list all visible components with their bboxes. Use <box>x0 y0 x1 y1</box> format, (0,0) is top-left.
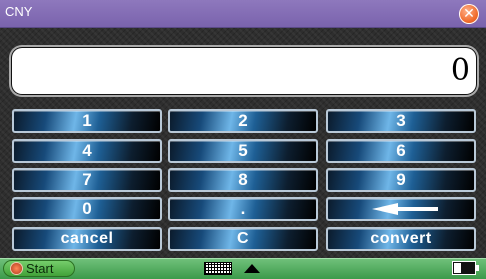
backspace-button[interactable] <box>326 197 476 221</box>
key-0[interactable]: 0 <box>12 197 162 221</box>
key-8[interactable]: 8 <box>168 168 318 192</box>
window-title: CNY <box>5 4 33 19</box>
value-display: 0 <box>12 48 476 94</box>
key-9[interactable]: 9 <box>326 168 476 192</box>
key-decimal-point[interactable]: . <box>168 197 318 221</box>
battery-level-fill <box>454 263 461 273</box>
convert-button[interactable]: convert <box>326 227 476 251</box>
left-arrow-icon <box>372 203 438 215</box>
key-5[interactable]: 5 <box>168 139 318 163</box>
taskbar: Start <box>0 258 486 279</box>
display-value: 0 <box>450 53 470 88</box>
keyboard-icon[interactable] <box>204 262 232 275</box>
key-7[interactable]: 7 <box>12 168 162 192</box>
battery-tip <box>476 265 479 271</box>
start-button[interactable]: Start <box>3 260 75 277</box>
key-4[interactable]: 4 <box>12 139 162 163</box>
key-2[interactable]: 2 <box>168 109 318 133</box>
key-3[interactable]: 3 <box>326 109 476 133</box>
up-arrow-icon[interactable] <box>244 264 260 273</box>
start-label: Start <box>26 261 54 276</box>
close-icon[interactable]: ✕ <box>459 4 479 24</box>
key-6[interactable]: 6 <box>326 139 476 163</box>
title-bar: CNY ✕ <box>0 0 486 28</box>
clear-button[interactable]: C <box>168 227 318 251</box>
start-icon <box>11 263 22 274</box>
calculator-panel: 0 1 2 3 4 5 6 7 8 9 0 . cancel C convert <box>0 28 486 258</box>
battery-icon[interactable] <box>452 261 479 275</box>
cancel-button[interactable]: cancel <box>12 227 162 251</box>
key-1[interactable]: 1 <box>12 109 162 133</box>
